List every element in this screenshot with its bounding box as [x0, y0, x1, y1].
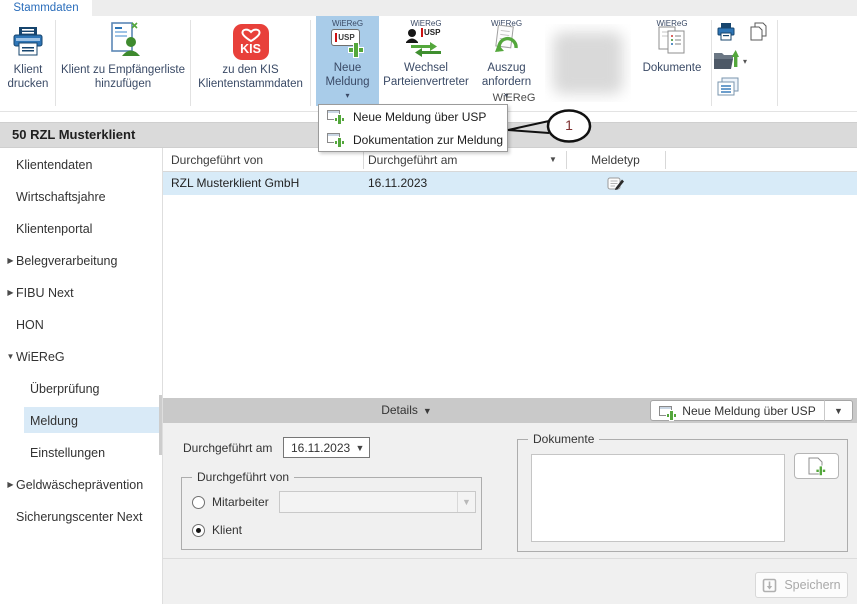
dokumente-group: Dokumente: [517, 439, 848, 552]
export-folder-button[interactable]: [713, 49, 739, 76]
sidebar-item-meldung[interactable]: Meldung: [0, 406, 163, 436]
sidebar-item-sicherungscenter-next[interactable]: Sicherungscenter Next: [0, 502, 163, 532]
ribbon-separator: [55, 20, 56, 106]
folder-export-icon: [713, 49, 739, 71]
add-document-icon: [806, 457, 827, 476]
ribbon-separator: [190, 20, 191, 106]
radio-button-icon: [192, 496, 205, 509]
kis-button[interactable]: KIS zu den KIS Klientenstammdaten: [192, 16, 309, 106]
wiereg-wechsel-icon: USP: [405, 28, 447, 58]
wiereg-group-label: WiEReG: [318, 92, 710, 104]
sidebar-item-klientendaten[interactable]: Klientendaten: [0, 150, 163, 180]
ribbon-separator: [777, 20, 778, 106]
cell-durchgefuehrt-von: RZL Musterklient GmbH: [171, 172, 299, 195]
sidebar-item-klientenportal[interactable]: Klientenportal: [0, 214, 163, 244]
copy-button[interactable]: [747, 21, 769, 48]
meldung-table-row[interactable]: RZL Musterklient GmbH 16.11.2023: [163, 172, 857, 195]
copy-pages-icon: [747, 21, 769, 43]
wiereg-dokumente-icon: [656, 25, 688, 58]
wechsel-label: Wechsel Parteienvertreter: [383, 61, 469, 89]
radio-klient[interactable]: Klient: [192, 523, 242, 537]
ribbon-separator: [711, 20, 712, 106]
column-header-durchgefuehrt-von[interactable]: Durchgeführt von: [171, 148, 263, 172]
sort-descending-icon[interactable]: ▼: [549, 148, 557, 172]
details-panel: Durchgeführt am 16.11.2023 ▼ Durchgeführ…: [163, 423, 857, 604]
wiereg-usp-new-icon: USP: [329, 28, 367, 58]
kis-label: zu den KIS Klientenstammdaten: [198, 63, 303, 91]
sidebar-item-geldwaeschepraevention[interactable]: ▶Geldwäscheprävention: [0, 470, 163, 500]
klient-drucken-button[interactable]: Klient drucken: [1, 16, 55, 106]
ribbon: Klient drucken Klient zu Empfängerliste …: [0, 16, 857, 112]
durchgefuehrt-von-group: Durchgeführt von Mitarbeiter ▼ Klient: [181, 477, 482, 550]
date-picker[interactable]: 16.11.2023 ▼: [283, 437, 370, 458]
column-divider: [363, 151, 364, 169]
meldung-table-header: Durchgeführt von Durchgeführt am ▼ Melde…: [163, 148, 857, 172]
neue-meldung-usp-button[interactable]: Neue Meldung über USP: [650, 400, 825, 421]
form-plus-icon: [327, 109, 344, 124]
printer-icon: [11, 25, 45, 60]
ribbon-separator: [310, 20, 311, 106]
add-dokument-button[interactable]: [794, 453, 839, 479]
redacted-content: [553, 32, 623, 94]
details-bar: Details▼ Neue Meldung über USP ▼: [163, 398, 857, 423]
redacted-button[interactable]: [545, 24, 631, 102]
kis-logo-icon: KIS: [233, 24, 269, 60]
tab-strip: Stammdaten: [0, 0, 857, 16]
sidebar-item-belegverarbeitung[interactable]: ▶Belegverarbeitung: [0, 246, 163, 276]
form-plus-icon: [659, 405, 676, 420]
document-person-icon: [105, 21, 141, 60]
column-header-meldetyp[interactable]: Meldetyp: [566, 148, 665, 172]
combo-caret-icon: ▼: [457, 492, 475, 512]
sidebar-item-hon[interactable]: HON: [0, 310, 163, 340]
report-list-icon: [716, 77, 740, 97]
chevron-down-icon: ▼: [423, 406, 432, 416]
quick-print-button[interactable]: [716, 22, 736, 47]
report-list-button[interactable]: [716, 77, 740, 102]
sidebar-item-ueberpruefung[interactable]: Überprüfung: [0, 374, 163, 404]
sidebar-item-wiereg[interactable]: ▼WiEReG: [0, 342, 163, 372]
empfaengerliste-label: Klient zu Empfängerliste hinzufügen: [61, 63, 185, 91]
details-toggle[interactable]: Details▼: [163, 398, 650, 423]
sidebar-nav: Klientendaten Wirtschaftsjahre Klientenp…: [0, 148, 163, 604]
sidebar-item-fibu-next[interactable]: ▶FIBU Next: [0, 278, 163, 308]
cell-meldetyp: [566, 172, 665, 195]
tab-stammdaten[interactable]: Stammdaten: [0, 0, 92, 16]
menu-item-dokumentation-zur-meldung[interactable]: Dokumentation zur Meldung: [319, 128, 507, 151]
wiereg-auszug-icon: [490, 25, 524, 58]
meldetyp-edit-icon: [607, 176, 625, 191]
cell-durchgefuehrt-am: 16.11.2023: [368, 172, 427, 195]
neue-meldung-usp-dropdown[interactable]: ▼: [824, 400, 853, 421]
combo-caret-icon: ▼: [351, 443, 369, 453]
empfaengerliste-button[interactable]: Klient zu Empfängerliste hinzufügen: [57, 16, 189, 106]
radio-mitarbeiter[interactable]: Mitarbeiter: [192, 495, 269, 509]
neue-meldung-dropdown-menu: Neue Meldung über USP Dokumentation zur …: [318, 104, 508, 152]
save-icon: [762, 578, 777, 593]
mitarbeiter-combobox[interactable]: ▼: [279, 491, 476, 513]
panel-divider: [163, 558, 857, 559]
export-dropdown-caret-icon[interactable]: ▾: [743, 57, 747, 66]
dokumente-label: Dokumente: [643, 61, 702, 75]
sidebar-scrollbar-thumb[interactable]: [159, 395, 162, 455]
speichern-button[interactable]: Speichern: [755, 572, 848, 598]
durchgefuehrt-am-label: Durchgeführt am: [183, 441, 272, 455]
form-plus-icon: [327, 132, 344, 147]
menu-item-neue-meldung-usp[interactable]: Neue Meldung über USP: [319, 105, 507, 128]
radio-button-selected-icon: [192, 524, 205, 537]
callout-number: 1: [560, 117, 578, 133]
sidebar-item-einstellungen[interactable]: Einstellungen: [0, 438, 163, 468]
dokumente-listbox[interactable]: [531, 454, 785, 542]
sidebar-item-wirtschaftsjahre[interactable]: Wirtschaftsjahre: [0, 182, 163, 212]
small-printer-icon: [716, 22, 736, 42]
klient-drucken-label: Klient drucken: [8, 63, 49, 91]
column-divider: [665, 151, 666, 169]
